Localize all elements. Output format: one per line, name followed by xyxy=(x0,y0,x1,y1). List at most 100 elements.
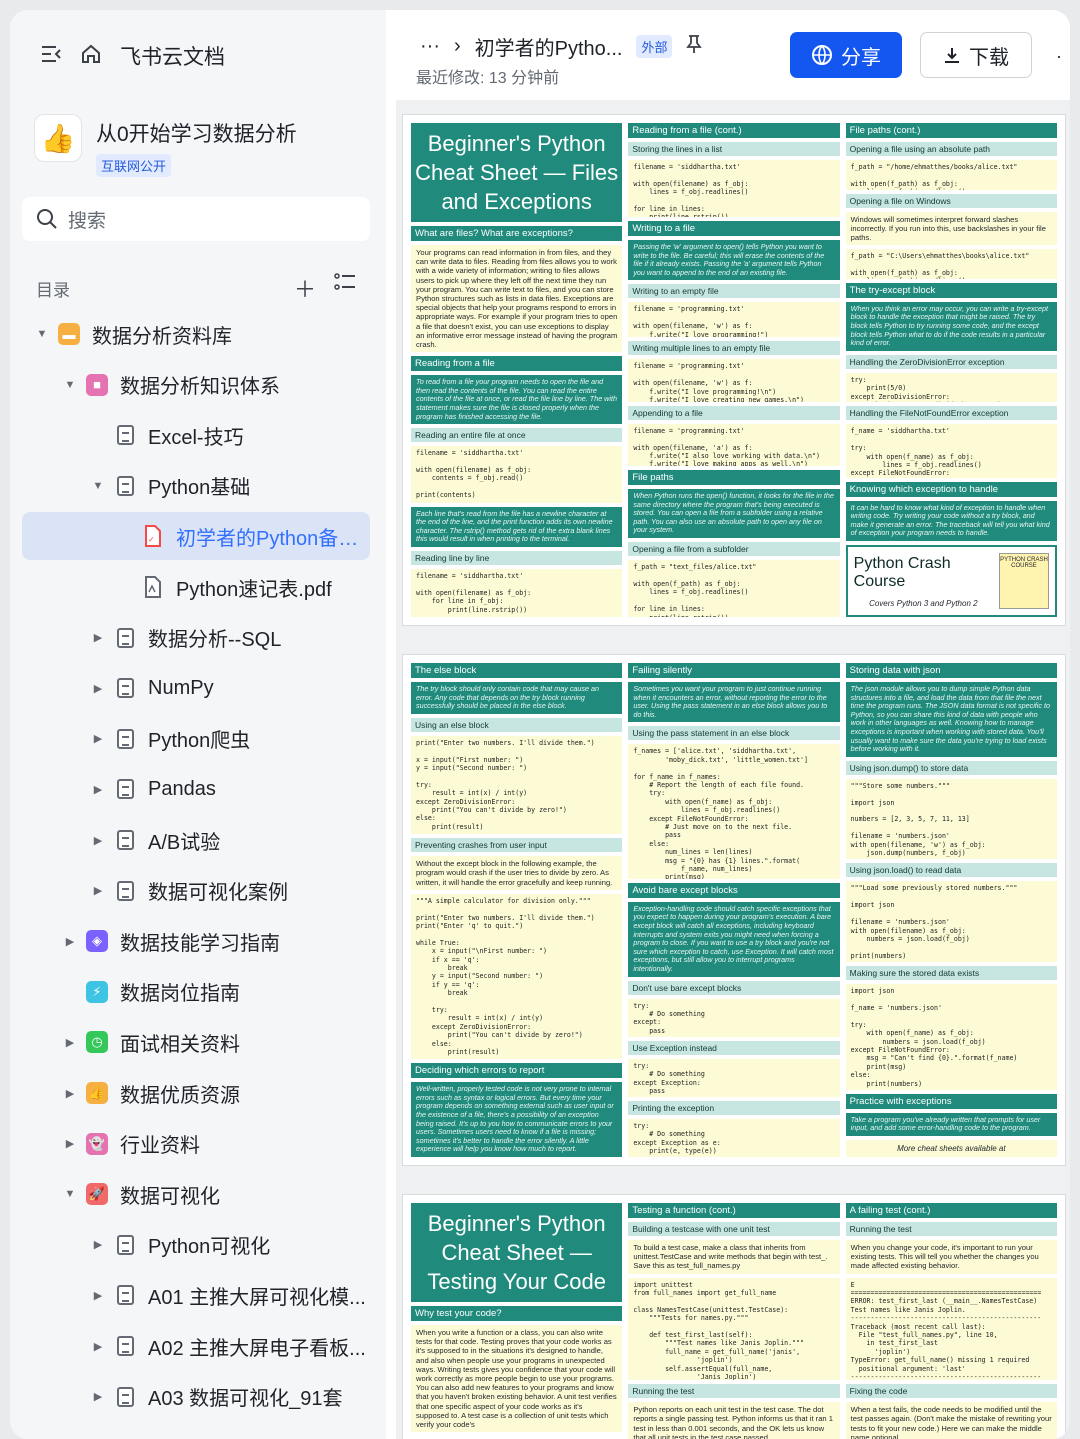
page1-column-3: File paths (cont.) Opening a file using a… xyxy=(845,123,1057,617)
tree-item[interactable]: ⚡ 数据岗位指南 xyxy=(22,968,370,1016)
chevron-right-icon[interactable]: ▶ xyxy=(62,1137,78,1150)
document-icon xyxy=(114,728,136,750)
chevron-down-icon[interactable]: ▼ xyxy=(62,379,78,391)
tree-item[interactable]: ▶ A03 数据可视化_91套 xyxy=(22,1373,370,1421)
tree-item[interactable]: ▶ Python可视化 xyxy=(22,1221,370,1269)
code-block: filename = 'programming.txt' with open(f… xyxy=(628,423,840,467)
search-box[interactable]: 搜索 xyxy=(22,197,370,241)
chevron-right-icon[interactable]: ▶ xyxy=(90,682,106,695)
download-button[interactable]: 下载 xyxy=(920,32,1032,78)
chevron-down-icon[interactable]: ▼ xyxy=(34,328,50,340)
subsection-heading: Opening a file on Windows xyxy=(845,193,1057,208)
subsection-heading: Reading line by line xyxy=(411,551,623,565)
more-horizontal-icon[interactable]: ··· xyxy=(420,35,440,58)
tree-item[interactable]: ▶ A01 主推大屏可视化模... xyxy=(22,1271,370,1319)
subsection-heading: Don't use bare except blocks xyxy=(628,980,840,995)
more-vertical-icon[interactable]: · xyxy=(1056,46,1062,67)
kb-icon: ■ xyxy=(86,373,108,396)
book-subtitle: Covers Python 3 and Python 2 xyxy=(869,598,978,608)
section-heading: Reading from a file xyxy=(411,356,623,372)
chevron-right-icon[interactable]: ▶ xyxy=(90,1289,106,1302)
tree-item[interactable]: ▶ ◈ 数据技能学习指南 xyxy=(22,917,370,965)
tree-item[interactable]: ▼ 🚀 数据可视化 xyxy=(22,1170,370,1218)
home-icon[interactable] xyxy=(80,43,102,70)
tree-item[interactable]: ▶ 👍 数据优质资源 xyxy=(22,1069,370,1117)
tree-item[interactable]: ▶ ◷ 面试相关资料 xyxy=(22,1018,370,1066)
space-public-badge: 互联网公开 xyxy=(96,154,172,177)
section-heading: What are files? What are exceptions? xyxy=(411,226,623,241)
download-label: 下载 xyxy=(969,46,1009,69)
tree-item[interactable]: ▶ NumPy xyxy=(22,664,370,712)
document-icon xyxy=(114,880,136,902)
chevron-right-icon[interactable]: ▶ xyxy=(90,732,106,745)
pdf-page-3: Beginner's Python Cheat Sheet — Testing … xyxy=(402,1194,1066,1439)
document-icon xyxy=(114,677,136,699)
space-header[interactable]: 👍 从0开始学习数据分析 互联网公开 xyxy=(34,114,297,177)
share-button[interactable]: 分享 xyxy=(790,32,902,78)
page2-column-1: The else block The try block should only … xyxy=(411,663,623,1157)
subsection-note: When a test fails, the code needs to be … xyxy=(845,1402,1057,1439)
code-block: f_path = "text_files/alice.txt" with ope… xyxy=(628,560,840,617)
code-block: try: print(5/0) except ZeroDivisionError… xyxy=(845,372,1057,403)
subsection-heading: Using the pass statement in an else bloc… xyxy=(628,726,840,741)
code-block: print("Enter two numbers. I'll divide th… xyxy=(411,735,623,835)
collapse-sidebar-icon[interactable] xyxy=(40,44,62,69)
section-heading: Deciding which errors to report xyxy=(411,1063,623,1079)
list-icon[interactable] xyxy=(334,272,356,304)
tree-item[interactable]: ✓ 初学者的Python备忘... xyxy=(22,512,370,561)
chevron-right-icon[interactable]: ▶ xyxy=(90,1340,106,1353)
breadcrumb-doc-title[interactable]: 初学者的Pytho... xyxy=(475,32,623,61)
tree-item[interactable]: ▶ A/B试验 xyxy=(22,816,370,864)
pdf-viewer[interactable]: Beginner's Python Cheat Sheet — Files an… xyxy=(396,100,1070,1439)
subsection-heading: Writing multiple lines to an empty file xyxy=(628,341,840,356)
chevron-right-icon[interactable]: ▶ xyxy=(90,884,106,897)
tree-item[interactable]: ▶ 数据分析--SQL xyxy=(22,614,370,662)
section-heading: File paths (cont.) xyxy=(845,123,1057,138)
pin-icon[interactable] xyxy=(686,34,703,60)
chevron-right-icon[interactable]: ▶ xyxy=(90,834,106,847)
doc-header: ··· › 初学者的Pytho... 外部 最近修改: 13 分钟前 分享 下载… xyxy=(386,10,1070,100)
section-heading: Failing silently xyxy=(628,663,840,678)
bolt-icon: ⚡ xyxy=(86,980,108,1003)
pdf-page-1: Beginner's Python Cheat Sheet — Files an… xyxy=(402,114,1066,626)
page2-column-2: Failing silently Sometimes you want your … xyxy=(628,663,840,1157)
document-icon xyxy=(114,829,136,851)
chevron-right-icon[interactable]: ▶ xyxy=(90,1238,106,1251)
section-heading: Knowing which exception to handle xyxy=(845,481,1057,497)
tree-item[interactable]: ▼ ▬ 数据分析资料库 xyxy=(22,310,370,358)
search-placeholder: 搜索 xyxy=(68,210,107,232)
tree-item[interactable]: ▶ A02 主推大屏电子看板... xyxy=(22,1322,370,1370)
tree-item[interactable]: ▼ Python基础 xyxy=(22,462,370,510)
chevron-down-icon[interactable]: ▼ xyxy=(90,480,106,492)
chevron-right-icon[interactable]: ▶ xyxy=(90,1390,106,1403)
chevron-down-icon[interactable]: ▼ xyxy=(62,1188,78,1200)
add-icon[interactable]: ＋ xyxy=(294,272,316,304)
tree-item[interactable]: ▼ ■ 数据分析知识体系 xyxy=(22,361,370,409)
tree-item[interactable]: ▶ 👻 行业资料 xyxy=(22,1120,370,1168)
tree-item[interactable]: ▶ 数据可视化案例 xyxy=(22,867,370,915)
tree-item-label: 数据可视化 xyxy=(120,1185,220,1208)
tree-item[interactable]: ▶ Python爬虫 xyxy=(22,715,370,763)
code-block: filename = 'siddhartha.txt' with open(fi… xyxy=(411,569,623,617)
chevron-right-icon[interactable]: ▶ xyxy=(62,935,78,948)
chevron-right-icon[interactable]: ▶ xyxy=(90,631,106,644)
chevron-right-icon[interactable]: ▶ xyxy=(90,783,106,796)
tree-item-label: A01 主推大屏可视化模... xyxy=(148,1286,366,1309)
thumb-icon: 👍 xyxy=(86,1082,108,1104)
code-block: f_name = 'siddhartha.txt' try: with open… xyxy=(845,424,1057,478)
section-intro: Each line that's read from the file has … xyxy=(411,506,623,547)
tree-item[interactable]: Excel-技巧 xyxy=(22,411,370,459)
tree-item-label: 行业资料 xyxy=(120,1135,200,1158)
subsection-heading: Fixing the code xyxy=(845,1384,1057,1399)
section-heading: A failing test (cont.) xyxy=(845,1203,1057,1218)
document-icon xyxy=(114,1234,136,1256)
app-name[interactable]: 飞书云文档 xyxy=(120,41,225,71)
tree-item[interactable]: ▶ Pandas xyxy=(22,765,370,813)
page3-column-1: Beginner's Python Cheat Sheet — Testing … xyxy=(411,1203,623,1439)
subsection-heading: Running the test xyxy=(845,1222,1057,1236)
chevron-right-icon[interactable]: ▶ xyxy=(62,1087,78,1100)
tree-item[interactable]: Python速记表.pdf xyxy=(22,563,370,611)
sidebar: 飞书云文档 👍 从0开始学习数据分析 互联网公开 搜索 目录 ＋ ▼ ▬ 数据分析资… xyxy=(10,10,386,1439)
tree-item-label: 初学者的Python备忘... xyxy=(176,527,370,550)
chevron-right-icon[interactable]: ▶ xyxy=(62,1036,78,1049)
